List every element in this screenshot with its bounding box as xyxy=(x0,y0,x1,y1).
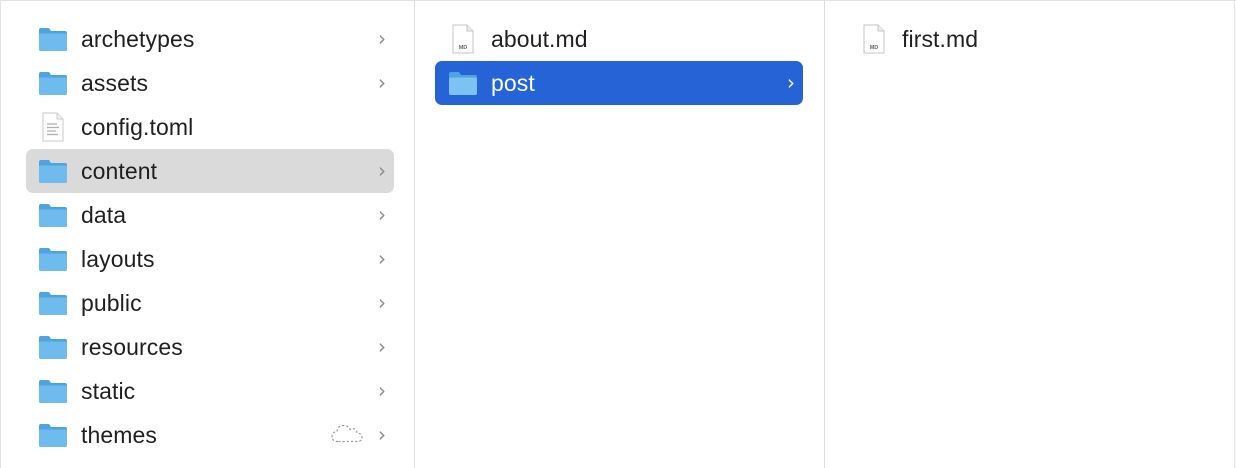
icloud-not-downloaded-icon xyxy=(330,422,364,449)
item-label: about.md xyxy=(491,25,588,52)
column-1-list: archetypes › assets › config.toml conten… xyxy=(1,17,414,457)
column-3[interactable]: MD first.md xyxy=(825,1,1235,468)
chevron-right-icon: › xyxy=(378,246,386,271)
item-label: static xyxy=(81,377,136,404)
item-label: config.toml xyxy=(81,113,194,140)
item-label: layouts xyxy=(81,245,155,272)
chevron-right-icon: › xyxy=(378,158,386,183)
folder-icon xyxy=(38,24,68,54)
folder-icon xyxy=(38,68,68,98)
list-item-assets[interactable]: assets › xyxy=(26,61,394,105)
chevron-right-icon: › xyxy=(378,70,386,95)
folder-icon xyxy=(38,420,68,450)
md-badge: MD xyxy=(459,45,468,51)
item-label: resources xyxy=(81,333,183,360)
chevron-right-icon: › xyxy=(378,334,386,359)
item-label: themes xyxy=(81,421,158,448)
list-item-post[interactable]: post › xyxy=(435,61,803,105)
item-label: public xyxy=(81,289,142,316)
finder-column-view: archetypes › assets › config.toml conten… xyxy=(0,0,1236,468)
column-1[interactable]: archetypes › assets › config.toml conten… xyxy=(1,1,415,468)
folder-icon xyxy=(38,332,68,362)
item-label: first.md xyxy=(902,25,979,52)
list-item-layouts[interactable]: layouts › xyxy=(26,237,394,281)
chevron-right-icon: › xyxy=(378,26,386,51)
list-item-first-md[interactable]: MD first.md xyxy=(845,17,1214,61)
list-item-about-md[interactable]: MD about.md xyxy=(435,17,803,61)
item-label: archetypes xyxy=(81,25,195,52)
folder-icon xyxy=(38,288,68,318)
column-2-list: MD about.md post › xyxy=(415,17,824,105)
md-file-icon: MD xyxy=(859,24,889,54)
folder-icon xyxy=(38,200,68,230)
list-item-content[interactable]: content › xyxy=(26,149,394,193)
md-file-icon: MD xyxy=(448,24,478,54)
item-label: assets xyxy=(81,69,149,96)
chevron-right-icon: › xyxy=(378,422,386,447)
text-file-icon xyxy=(38,112,68,142)
md-badge: MD xyxy=(870,45,879,51)
item-label: post xyxy=(491,69,535,96)
folder-icon xyxy=(38,376,68,406)
list-item-archetypes[interactable]: archetypes › xyxy=(26,17,394,61)
item-label: content xyxy=(81,157,158,184)
chevron-right-icon: › xyxy=(378,202,386,227)
column-2[interactable]: MD about.md post › xyxy=(415,1,825,468)
list-item-resources[interactable]: resources › xyxy=(26,325,394,369)
column-3-list: MD first.md xyxy=(825,17,1234,61)
folder-icon xyxy=(448,68,478,98)
list-item-public[interactable]: public › xyxy=(26,281,394,325)
list-item-config-toml[interactable]: config.toml xyxy=(26,105,394,149)
folder-icon xyxy=(38,156,68,186)
list-item-data[interactable]: data › xyxy=(26,193,394,237)
folder-icon xyxy=(38,244,68,274)
list-item-themes[interactable]: themes › xyxy=(26,413,394,457)
chevron-right-icon: › xyxy=(378,290,386,315)
list-item-static[interactable]: static › xyxy=(26,369,394,413)
item-label: data xyxy=(81,201,127,228)
chevron-right-icon: › xyxy=(378,378,386,403)
chevron-right-icon: › xyxy=(787,70,795,95)
